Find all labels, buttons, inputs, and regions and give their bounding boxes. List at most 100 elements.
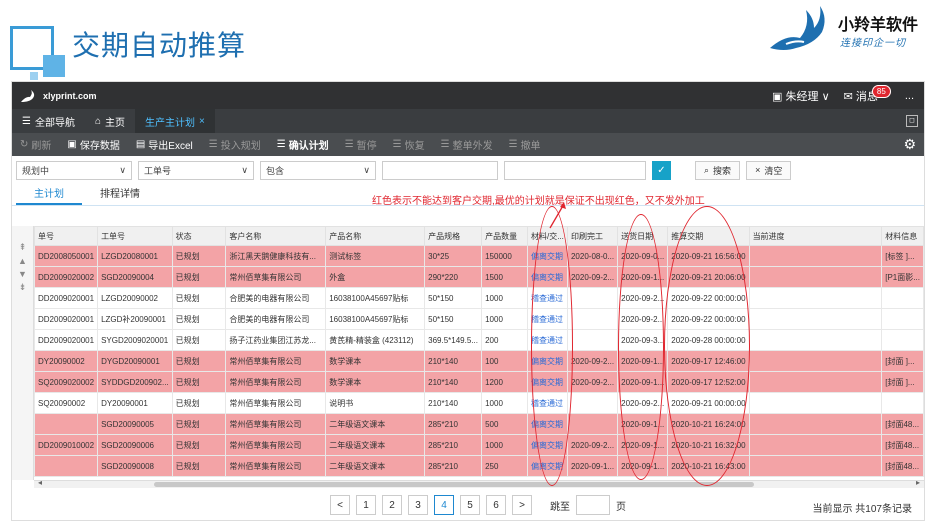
withdraw-button[interactable]: ☰ 撤单 xyxy=(501,137,549,152)
list-icon: ☰ xyxy=(344,139,354,150)
expand-icon[interactable]: ◻ xyxy=(906,115,918,127)
column-header[interactable]: 产品规格 xyxy=(424,226,483,246)
highlight-delivery-ellipse xyxy=(618,214,664,480)
page-button[interactable]: 2 xyxy=(382,495,402,515)
slide-title: 交期自动推算 xyxy=(72,30,247,61)
column-header[interactable]: 状态 xyxy=(171,226,227,246)
keyword-input[interactable] xyxy=(504,160,646,180)
top-bar: xlyprint.com ▣ 朱经理 ∨ ✉ 消息85 ... xyxy=(12,82,924,109)
tab-schedule-detail[interactable]: 排程详情 xyxy=(82,185,158,205)
table-cell xyxy=(748,371,883,393)
pause-label: 暂停 xyxy=(356,141,377,152)
page-button[interactable]: 3 xyxy=(408,495,428,515)
export-button[interactable]: ▤ 导出Excel xyxy=(128,137,201,152)
column-header[interactable]: 客户名称 xyxy=(225,226,327,246)
save-button[interactable]: ▣ 保存数据 xyxy=(59,137,127,152)
scroll-left-icon[interactable]: ◂ xyxy=(38,478,42,487)
brand[interactable]: xlyprint.com xyxy=(20,89,97,103)
confirm-button[interactable]: ☰ 确认计划 xyxy=(269,137,337,152)
table-row[interactable]: DD2008050001 LZGD20080001 已规划 浙江黑天鹅健康科技有...… xyxy=(33,245,924,267)
nav-bar: ☰ 全部导航 ⌂ 主页 生产主计划 × ◻ xyxy=(12,109,924,133)
move-up-icon[interactable]: ▲ xyxy=(18,256,27,266)
table-row[interactable]: DD2009020001 SYGD2009020001 已规划 扬子江药业集团江苏龙.… xyxy=(33,329,924,351)
table-cell: 2020-09-2... xyxy=(566,266,619,288)
decor-block-icon xyxy=(43,55,65,77)
table-cell: 1000 xyxy=(481,392,528,414)
close-icon[interactable]: × xyxy=(199,116,205,127)
nav-all[interactable]: ☰ 全部导航 xyxy=(12,109,85,133)
column-header[interactable]: 工单号 xyxy=(97,226,173,246)
table-cell: 常州佰草集有限公司 xyxy=(225,266,327,288)
move-bottom-icon[interactable]: ⇟ xyxy=(19,282,27,293)
table-cell xyxy=(881,287,924,309)
tab-main-plan[interactable]: 主计划 xyxy=(16,185,82,205)
table-cell: DY20090002 xyxy=(33,350,99,372)
table-cell: 500 xyxy=(481,413,528,435)
next-page-button[interactable]: > xyxy=(512,495,532,515)
table-row[interactable]: SGD20090005 已规划 常州佰草集有限公司 二年级语文课本 285*210 500… xyxy=(33,413,924,435)
table-row[interactable]: SQ2009020002 SYDDGD200902... 已规划 常州佰草集有限公司数… xyxy=(33,371,924,393)
column-header[interactable]: 产品名称 xyxy=(325,226,426,246)
toolbar: ↻ 刷新 ▣ 保存数据 ▤ 导出Excel ☰ 投入规划 ☰ 确认计划 ☰ 暂停 ☰ 恢复 ☰… xyxy=(12,133,924,156)
table-cell xyxy=(566,413,619,435)
column-header[interactable]: 当前进度 xyxy=(748,226,883,246)
table-cell: 常州佰草集有限公司 xyxy=(225,455,327,477)
nav-home-label: 主页 xyxy=(105,117,126,129)
annotation-text: 红色表示不能达到客户交期,最优的计划就是保证不出现红色，又不发外加工 xyxy=(372,196,705,207)
table-cell xyxy=(748,287,883,309)
table-row[interactable]: SQ20090002 DY20090001 已规划 常州佰草集有限公司 说明书 210*1… xyxy=(33,392,924,414)
table-cell xyxy=(33,455,99,477)
nav-home[interactable]: ⌂ 主页 xyxy=(85,109,135,133)
jump-input[interactable] xyxy=(576,495,610,515)
table-cell: 2020-09-2... xyxy=(566,350,619,372)
table-cell: DD2009020001 xyxy=(33,329,99,351)
tab-production-plan[interactable]: 生产主计划 × xyxy=(135,109,215,133)
table-cell: SQ2009020002 xyxy=(33,371,99,393)
scroll-thumb[interactable] xyxy=(154,482,754,487)
table-row[interactable]: SGD20090008 已规划 常州佰草集有限公司 二年级语文课本 285*210 250… xyxy=(33,455,924,477)
search-button[interactable]: ⌕ 搜索 xyxy=(695,160,741,180)
page-button[interactable]: 4 xyxy=(434,495,454,515)
scroll-right-icon[interactable]: ▸ xyxy=(916,478,920,487)
table-row[interactable]: DD2009010002 SGD20090006 已规划 常州佰草集有限公司 二年级语文… xyxy=(33,434,924,456)
page-button[interactable]: 1 xyxy=(356,495,376,515)
clear-button[interactable]: × 清空 xyxy=(746,160,792,180)
messages-button[interactable]: ✉ 消息85 xyxy=(844,84,891,104)
table-row[interactable]: DD2009020002 SGD20090004 已规划 常州佰草集有限公司 外盒 290… xyxy=(33,266,924,288)
table-row[interactable]: DD2009020001 LZGD补20090001 已规划 合肥美的电器有限公司 16… xyxy=(33,308,924,330)
table-cell: DD2009010002 xyxy=(33,434,99,456)
match-mode-select[interactable]: 包含 ∨ xyxy=(260,160,376,180)
order-field-select[interactable]: 工单号 ∨ xyxy=(138,160,254,180)
resume-button[interactable]: ☰ 恢复 xyxy=(385,137,433,152)
move-top-icon[interactable]: ⇞ xyxy=(19,242,27,253)
horizontal-scrollbar[interactable]: ◂ ▸ xyxy=(34,478,924,488)
move-down-icon[interactable]: ▼ xyxy=(18,269,27,279)
check-icon[interactable]: ✓ xyxy=(652,160,671,180)
plan-button[interactable]: ☰ 投入规划 xyxy=(201,137,269,152)
column-header[interactable]: 产品数量 xyxy=(481,226,528,246)
table-cell: 2020-09-2... xyxy=(566,371,619,393)
antelope-logo-icon xyxy=(770,6,825,50)
table-cell: 已规划 xyxy=(171,287,227,309)
table-row[interactable]: DY20090002 DYGD20090001 已规划 常州佰草集有限公司 数学课本 21… xyxy=(33,350,924,372)
refresh-button[interactable]: ↻ 刷新 xyxy=(12,137,59,152)
gear-icon[interactable]: ⚙ xyxy=(903,136,916,153)
table-cell: 说明书 xyxy=(325,392,426,414)
column-header[interactable]: 单号 xyxy=(33,226,99,246)
search-input[interactable] xyxy=(382,160,498,180)
column-header[interactable]: 印刷完工 xyxy=(566,226,619,246)
column-header[interactable]: 材料信息 xyxy=(881,226,924,246)
page-button[interactable]: 6 xyxy=(486,495,506,515)
table-cell: 常州佰草集有限公司 xyxy=(225,434,327,456)
pause-button[interactable]: ☰ 暂停 xyxy=(337,137,385,152)
table-cell: [标签 ]... xyxy=(881,245,924,267)
table-cell: 已规划 xyxy=(171,392,227,414)
page-button[interactable]: 5 xyxy=(460,495,480,515)
more-button[interactable]: ... xyxy=(905,90,914,102)
status-select[interactable]: 规划中 ∨ xyxy=(16,160,132,180)
user-menu[interactable]: ▣ 朱经理 ∨ xyxy=(772,88,830,104)
table-cell: 369.5*149.5... xyxy=(424,329,483,351)
table-row[interactable]: DD2009020001 LZGD20090002 已规划 合肥美的电器有限公司 160… xyxy=(33,287,924,309)
outsource-button[interactable]: ☰ 整单外发 xyxy=(433,137,501,152)
prev-page-button[interactable]: < xyxy=(330,495,350,515)
